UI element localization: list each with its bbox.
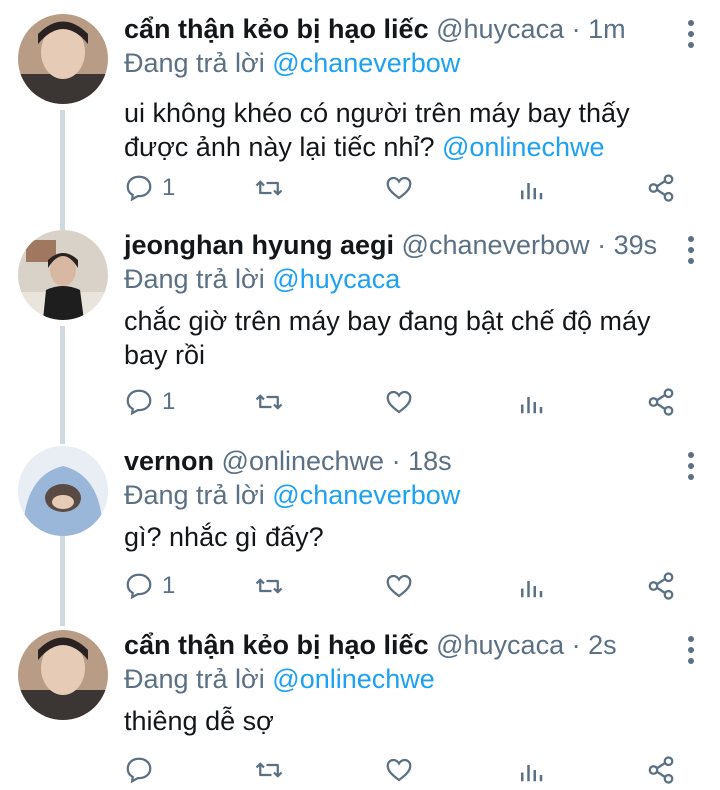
analytics-icon [521,581,543,598]
reply-count: 1 [162,388,176,415]
retweet-icon [255,394,283,410]
more-icon[interactable] [686,236,696,266]
heart-icon [386,176,412,200]
reply-button[interactable]: 1 [124,382,175,422]
separator-dot: · [571,14,581,44]
reply-to-mention[interactable]: @chaneverbow [272,48,460,78]
display-name[interactable]: jeonghan hyung aegi [124,230,394,260]
retweet-button[interactable] [254,750,284,790]
reply-to-mention[interactable]: @chaneverbow [272,480,460,510]
share-button[interactable] [646,750,676,790]
separator-dot: · [571,630,581,660]
tweet-header: jeonghan hyung aegi @chaneverbow · 39s [124,228,684,262]
tweet[interactable]: cẩn thận kẻo bị hạo liếc @huycaca · 2s Đ… [0,616,720,789]
reply-button[interactable] [124,750,162,790]
tweet-text-body: chắc giờ trên máy bay đang bật chế độ má… [124,306,651,370]
user-handle[interactable]: @onlinechwe [222,446,385,476]
reply-context: Đang trả lời @chaneverbow [124,46,684,80]
user-handle[interactable]: @huycaca [436,14,564,44]
tweet[interactable]: cẩn thận kẻo bị hạo liếc @huycaca · 1m Đ… [0,0,720,216]
analytics-icon [521,397,543,414]
reply-count: 1 [162,572,176,599]
retweet-button[interactable] [254,566,284,606]
tweet-mention[interactable]: @onlinechwe [442,132,605,162]
retweet-icon [255,578,283,594]
timestamp[interactable]: 18s [408,446,452,476]
reply-to-mention[interactable]: @onlinechwe [272,664,435,694]
retweet-button[interactable] [254,382,284,422]
display-name[interactable]: cẩn thận kẻo bị hạo liếc [124,630,429,660]
heart-icon [386,758,412,782]
analytics-button[interactable] [516,750,546,790]
share-button[interactable] [646,168,676,208]
retweet-icon [255,180,283,196]
tweet-text: gì? nhắc gì đấy? [124,520,684,554]
analytics-icon [521,183,543,200]
reply-context: Đang trả lời @onlinechwe [124,662,684,696]
reply-context: Đang trả lời @huycaca [124,262,684,296]
like-button[interactable] [384,566,414,606]
tweet-text: thiêng dễ sợ [124,704,684,738]
analytics-button[interactable] [516,168,546,208]
more-icon[interactable] [686,452,696,482]
action-bar [124,750,684,790]
reply-icon [126,175,152,202]
share-icon [648,756,674,784]
like-button[interactable] [384,750,414,790]
more-icon[interactable] [686,636,696,666]
avatar[interactable] [18,230,108,320]
tweet-text: ui không khéo có người trên máy bay thấy… [124,96,684,164]
share-icon [648,388,674,416]
retweet-icon [255,762,283,778]
reply-prefix: Đang trả lời [124,264,265,294]
share-icon [648,174,674,202]
reply-icon [126,573,152,600]
tweet-header: cẩn thận kẻo bị hạo liếc @huycaca · 2s [124,628,684,662]
reply-icon [126,389,152,416]
display-name[interactable]: cẩn thận kẻo bị hạo liếc [124,14,429,44]
reply-icon [126,757,152,784]
tweet[interactable]: jeonghan hyung aegi @chaneverbow · 39s Đ… [0,216,720,432]
reply-prefix: Đang trả lời [124,664,265,694]
reply-button[interactable]: 1 [124,566,175,606]
reply-context: Đang trả lời @chaneverbow [124,478,684,512]
like-button[interactable] [384,382,414,422]
retweet-button[interactable] [254,168,284,208]
share-button[interactable] [646,382,676,422]
action-bar: 1 [124,566,684,606]
avatar[interactable] [18,630,108,720]
analytics-button[interactable] [516,382,546,422]
action-bar: 1 [124,382,684,422]
reply-prefix: Đang trả lời [124,480,265,510]
analytics-icon [521,765,543,782]
timestamp[interactable]: 2s [588,630,617,660]
separator-dot: · [597,230,607,260]
avatar[interactable] [18,14,108,104]
tweet[interactable]: vernon @onlinechwe · 18s Đang trả lời @c… [0,432,720,616]
analytics-button[interactable] [516,566,546,606]
reply-count: 1 [162,174,176,201]
like-button[interactable] [384,168,414,208]
timestamp[interactable]: 1m [588,14,626,44]
tweet-text-body: gì? nhắc gì đấy? [124,522,324,552]
avatar[interactable] [18,446,108,536]
tweet-header: vernon @onlinechwe · 18s [124,444,684,478]
action-bar: 1 [124,168,684,208]
share-button[interactable] [646,566,676,606]
timestamp[interactable]: 39s [614,230,658,260]
reply-to-mention[interactable]: @huycaca [272,264,400,294]
tweet-text-body: thiêng dễ sợ [124,706,274,736]
reply-button[interactable]: 1 [124,168,175,208]
separator-dot: · [391,446,401,476]
display-name[interactable]: vernon [124,446,214,476]
more-icon[interactable] [686,20,696,50]
reply-prefix: Đang trả lời [124,48,265,78]
user-handle[interactable]: @huycaca [436,630,564,660]
heart-icon [386,390,412,414]
tweet-text: chắc giờ trên máy bay đang bật chế độ má… [124,304,684,372]
heart-icon [386,574,412,598]
share-icon [648,572,674,600]
user-handle[interactable]: @chaneverbow [402,230,590,260]
tweet-header: cẩn thận kẻo bị hạo liếc @huycaca · 1m [124,12,684,46]
